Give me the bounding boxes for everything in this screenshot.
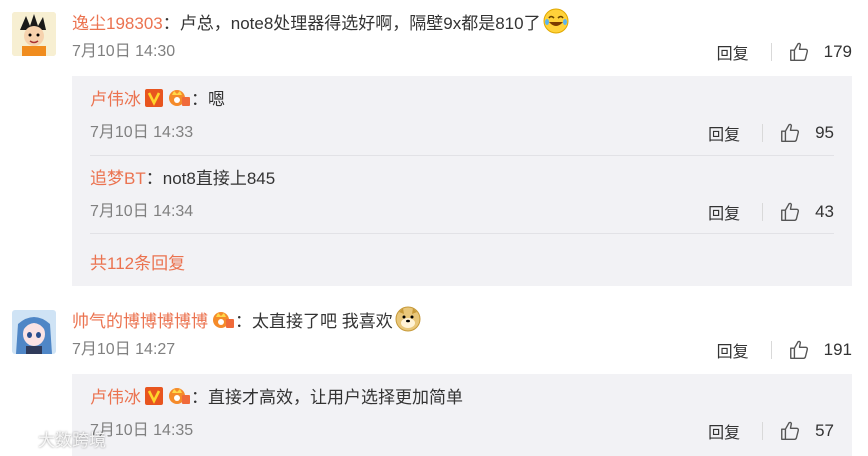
reply-divider bbox=[90, 233, 834, 234]
avatar[interactable] bbox=[12, 310, 56, 354]
like-button[interactable]: 43 bbox=[779, 201, 834, 223]
like-count: 191 bbox=[823, 340, 852, 359]
reply-actions: 回复 57 bbox=[708, 419, 834, 443]
separator: ： bbox=[145, 169, 163, 188]
thumbs-up-icon bbox=[781, 123, 800, 142]
reply-text: not8直接上845 bbox=[162, 169, 276, 188]
reply-item: 追梦BT：not8直接上845 7月10日 14:34 回复 43 bbox=[90, 167, 852, 237]
reply-text: 直接才高效，让用户选择更加简单 bbox=[208, 388, 463, 407]
comment-item: 帅气的博博博博博 ：太直接了吧 我喜欢 7月10日 14:27 回复 191 卢伟… bbox=[0, 296, 868, 456]
vip-badge-icon bbox=[211, 310, 235, 337]
reply-divider bbox=[90, 155, 834, 156]
reply-line: 追梦BT：not8直接上845 bbox=[90, 167, 275, 191]
reply-list: 卢伟冰 ：直接才高效，让用户选择更加简单 7月10日 14:35 回复 57 bbox=[72, 374, 852, 456]
like-button[interactable]: 95 bbox=[779, 122, 834, 144]
divider bbox=[762, 422, 764, 440]
comment-text: 太直接了吧 我喜欢 bbox=[252, 312, 393, 331]
thumbs-up-icon bbox=[789, 340, 808, 359]
thumbs-up-icon bbox=[789, 42, 808, 61]
like-count: 43 bbox=[815, 202, 834, 221]
divider bbox=[762, 203, 764, 221]
comment-line: 逸尘198303：卢总，note8处理器得选好啊，隔壁9x都是810了 bbox=[72, 8, 569, 41]
reply-button[interactable]: 回复 bbox=[717, 40, 749, 64]
reply-time: 7月10日 14:34 bbox=[90, 203, 194, 220]
divider bbox=[770, 43, 772, 61]
like-count: 95 bbox=[815, 123, 834, 142]
separator: ： bbox=[162, 14, 180, 33]
reply-time: 7月10日 14:33 bbox=[90, 124, 194, 141]
username-link[interactable]: 逸尘198303 bbox=[72, 14, 163, 33]
comment-actions: 回复 191 bbox=[717, 338, 852, 362]
comment-item: 逸尘198303：卢总，note8处理器得选好啊，隔壁9x都是810了 7月10… bbox=[0, 0, 868, 290]
reply-list: 卢伟冰 ：嗯 7月10日 14:33 回复 95 追梦BT：not8直接上845 … bbox=[72, 76, 852, 286]
vip-badge-icon bbox=[167, 386, 191, 413]
divider bbox=[770, 341, 772, 359]
like-button[interactable]: 191 bbox=[788, 339, 852, 361]
username-link[interactable]: 卢伟冰 bbox=[90, 90, 141, 109]
watermark-logo-icon bbox=[8, 429, 36, 448]
comment-text: 卢总，note8处理器得选好啊，隔壁9x都是810了 bbox=[179, 14, 541, 33]
reply-line: 卢伟冰 ：嗯 bbox=[90, 88, 225, 115]
comment-time: 7月10日 14:27 bbox=[72, 341, 176, 358]
verified-v-icon bbox=[144, 88, 164, 115]
reply-button[interactable]: 回复 bbox=[708, 200, 740, 224]
reply-button[interactable]: 回复 bbox=[708, 121, 740, 145]
divider bbox=[762, 124, 764, 142]
laugh-cry-emoji-icon bbox=[543, 8, 569, 41]
reply-item: 卢伟冰 ：嗯 7月10日 14:33 回复 95 bbox=[90, 88, 852, 158]
username-link[interactable]: 帅气的博博博博博 bbox=[72, 312, 208, 331]
reply-button[interactable]: 回复 bbox=[708, 419, 740, 443]
reply-item: 卢伟冰 ：直接才高效，让用户选择更加简单 7月10日 14:35 回复 57 bbox=[90, 386, 852, 456]
reply-button[interactable]: 回复 bbox=[717, 338, 749, 362]
username-link[interactable]: 追梦BT bbox=[90, 169, 146, 188]
more-replies-link[interactable]: 共112条回复 bbox=[90, 249, 185, 274]
comment-line: 帅气的博博博博博 ：太直接了吧 我喜欢 bbox=[72, 306, 421, 339]
doge-emoji-icon bbox=[395, 306, 421, 339]
like-count: 57 bbox=[815, 421, 834, 440]
verified-v-icon bbox=[144, 386, 164, 413]
reply-line: 卢伟冰 ：直接才高效，让用户选择更加简单 bbox=[90, 386, 463, 413]
reply-text: 嗯 bbox=[208, 90, 225, 109]
separator: ： bbox=[191, 388, 208, 407]
reply-actions: 回复 95 bbox=[708, 121, 834, 145]
thumbs-up-icon bbox=[781, 421, 800, 440]
like-button[interactable]: 179 bbox=[788, 41, 852, 63]
vip-badge-icon bbox=[167, 88, 191, 115]
like-button[interactable]: 57 bbox=[779, 420, 834, 442]
like-count: 179 bbox=[823, 42, 852, 61]
username-link[interactable]: 卢伟冰 bbox=[90, 388, 141, 407]
thumbs-up-icon bbox=[781, 202, 800, 221]
separator: ： bbox=[191, 90, 208, 109]
comment-time: 7月10日 14:30 bbox=[72, 43, 176, 60]
avatar[interactable] bbox=[12, 12, 56, 56]
separator: ： bbox=[235, 312, 252, 331]
comment-actions: 回复 179 bbox=[717, 40, 852, 64]
watermark-text: 大数跨境 bbox=[38, 431, 106, 450]
reply-actions: 回复 43 bbox=[708, 200, 834, 224]
watermark: 大数跨境 bbox=[8, 426, 106, 451]
